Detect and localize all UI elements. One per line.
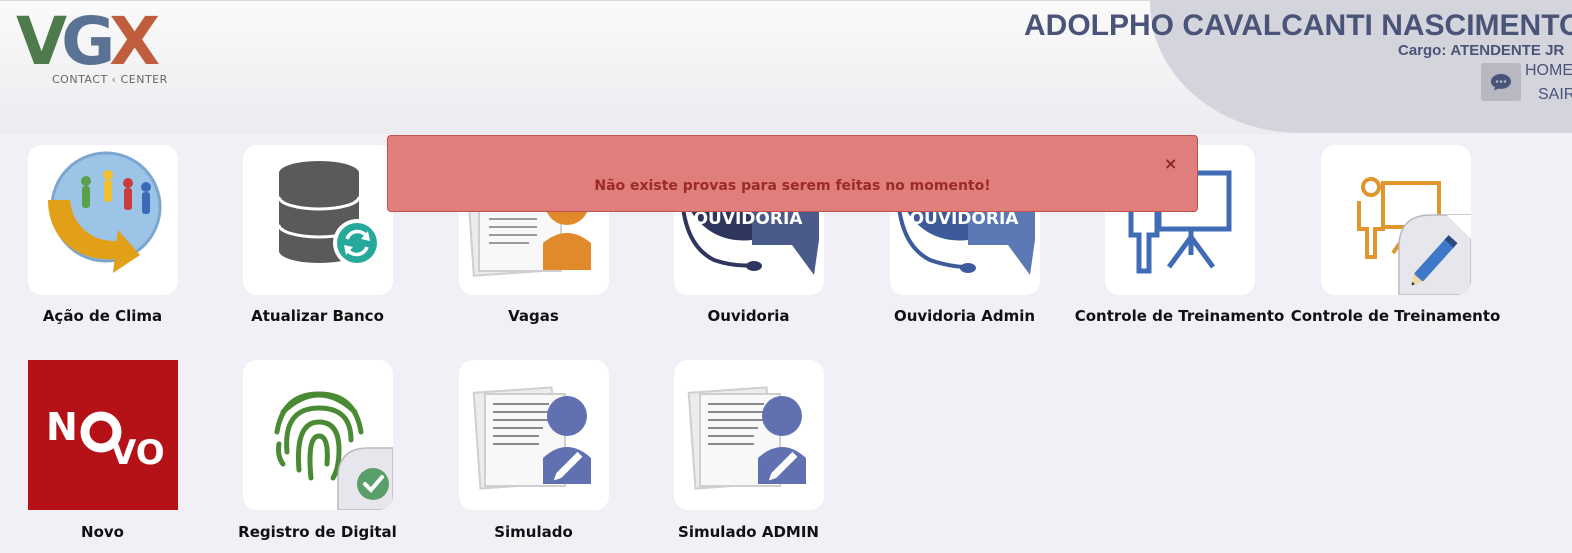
logo-subtitle: CONTACT ‹ CENTER xyxy=(52,73,168,86)
chat-bubble-icon xyxy=(1491,74,1511,91)
svg-text:OUVIDORIA: OUVIDORIA xyxy=(694,209,804,229)
tile-label: Ouvidoria Admin xyxy=(893,307,1036,325)
tile-label: Atualizar Banco xyxy=(251,307,384,325)
user-role: Cargo: ATENDENTE JR xyxy=(1398,42,1565,59)
tile-label: Controle de Treinamento xyxy=(1290,307,1501,325)
nav-home-link[interactable]: HOME xyxy=(1525,62,1572,80)
tile-label: Simulado xyxy=(494,523,573,541)
svg-text:OUVIDORIA: OUVIDORIA xyxy=(910,209,1020,229)
fingerprint-icon xyxy=(274,391,393,510)
tile-simulado-admin[interactable] xyxy=(674,360,824,510)
svg-text:VO: VO xyxy=(110,433,165,473)
chat-button[interactable] xyxy=(1481,63,1521,101)
climate-action-icon xyxy=(48,151,162,273)
new-badge-icon: N VO xyxy=(46,405,165,473)
alert-close-button[interactable]: × xyxy=(1164,154,1177,173)
tile-atualizar-banco[interactable] xyxy=(243,145,393,295)
tile-label: Ouvidoria xyxy=(707,307,790,325)
tile-label: Novo xyxy=(81,523,124,541)
svg-text:N: N xyxy=(46,405,78,449)
tile-acao-de-clima[interactable] xyxy=(28,145,178,295)
tile-label: Simulado ADMIN xyxy=(678,523,819,541)
tile-label: Ação de Clima xyxy=(42,307,163,325)
vgx-logo[interactable]: VGX CONTACT ‹ CENTER xyxy=(16,9,196,93)
nav-exit-link[interactable]: SAIR xyxy=(1538,86,1572,104)
tile-novo[interactable]: N VO xyxy=(28,360,178,510)
tile-controle-treinamento-2[interactable] xyxy=(1321,145,1471,295)
logo-letters: VGX xyxy=(16,3,160,80)
alert-message: Não existe provas para serem feitas no m… xyxy=(594,178,991,194)
tile-label: Vagas xyxy=(508,307,559,325)
database-refresh-icon xyxy=(277,161,381,267)
tile-label: Registro de Digital xyxy=(238,523,397,541)
tile-simulado[interactable] xyxy=(459,360,609,510)
tile-registro-digital[interactable] xyxy=(243,360,393,510)
exam-document-icon xyxy=(472,386,591,490)
user-name: ADOLPHO CAVALCANTI NASCIMENTO xyxy=(1024,9,1572,42)
training-edit-icon xyxy=(1357,177,1471,295)
tile-label: Controle de Treinamento xyxy=(1074,307,1285,325)
page-header: VGX CONTACT ‹ CENTER ADOLPHO CAVALCANTI … xyxy=(0,0,1572,134)
error-alert: × Não existe provas para serem feitas no… xyxy=(387,135,1198,212)
exam-admin-icon xyxy=(687,386,806,490)
